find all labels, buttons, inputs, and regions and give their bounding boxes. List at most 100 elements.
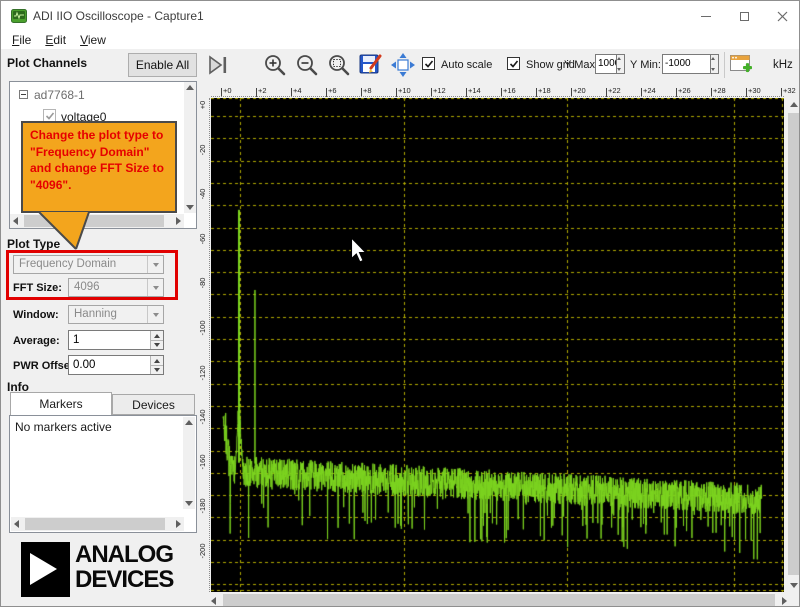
x-axis-tick	[431, 88, 432, 97]
window-label: Window:	[13, 309, 59, 321]
y-axis-tick-label: -100	[198, 320, 207, 336]
auto-scale-checkbox[interactable]	[422, 57, 435, 70]
show-grid-checkbox[interactable]	[507, 57, 520, 70]
x-axis-tick-label: +24	[643, 86, 656, 95]
y-axis-tick-label: -180	[198, 498, 207, 514]
capture-play-icon[interactable]	[207, 54, 229, 76]
zoom-out-icon[interactable]	[295, 53, 319, 77]
average-spinbox[interactable]: 1	[68, 330, 164, 350]
check-icon	[509, 60, 519, 68]
plot-vertical-scrollbar[interactable]	[787, 98, 799, 592]
x-axis-tick	[676, 88, 677, 97]
close-icon	[777, 11, 787, 21]
title-bar[interactable]: ADI IIO Oscilloscope - Capture1	[1, 1, 799, 31]
y-axis-tick-label: -140	[198, 409, 207, 425]
logo-text-line2: DEVICES	[75, 566, 174, 593]
x-axis-tick-label: +4	[293, 86, 302, 95]
window-value: Hanning	[74, 308, 117, 320]
y-axis-tick-label: -60	[198, 233, 207, 245]
y-max-input[interactable]: 1000	[595, 54, 617, 74]
x-axis-tick	[606, 88, 607, 97]
tab-devices[interactable]: Devices	[112, 394, 195, 415]
x-axis-tick	[361, 88, 362, 97]
check-icon	[424, 60, 434, 68]
enable-all-button[interactable]: Enable All	[128, 53, 197, 77]
device-tree-item[interactable]: ad7768-1	[34, 88, 85, 102]
logo-text-line1: ANALOG	[75, 541, 174, 568]
x-axis-tick-label: +28	[713, 86, 726, 95]
tab-markers[interactable]: Markers	[10, 392, 112, 415]
check-icon	[45, 112, 55, 120]
pwr-offset-value: 0.00	[73, 359, 96, 371]
x-axis-tick	[781, 88, 782, 97]
menu-bar: File Edit View	[1, 31, 799, 49]
window-dropdown[interactable]: Hanning	[68, 305, 164, 324]
plot-horizontal-scrollbar[interactable]	[207, 593, 791, 606]
x-axis-tick	[536, 88, 537, 97]
toolbar-separator	[724, 52, 725, 78]
tree-expander-icon[interactable]	[19, 90, 28, 99]
callout-tail	[38, 212, 90, 250]
x-axis-tick-label: +18	[538, 86, 551, 95]
y-axis-tick-label: +0	[198, 100, 207, 110]
menu-edit[interactable]: Edit	[38, 32, 73, 48]
pan-icon[interactable]	[390, 52, 416, 78]
y-min-spinner[interactable]	[711, 54, 719, 74]
fft-plot-canvas[interactable]	[211, 98, 784, 592]
x-axis-tick-label: +14	[468, 86, 481, 95]
x-axis-tick	[571, 88, 572, 97]
y-max-label: Y Max:	[564, 59, 599, 71]
x-axis-tick-label: +26	[678, 86, 691, 95]
x-axis-tick-label: +8	[363, 86, 372, 95]
spinner-buttons[interactable]	[150, 331, 163, 349]
new-plot-icon[interactable]	[729, 53, 754, 78]
menu-file[interactable]: File	[5, 32, 38, 48]
markers-vertical-scrollbar[interactable]	[183, 417, 195, 509]
x-axis-tick	[221, 88, 222, 97]
pwr-offset-spinbox[interactable]: 0.00	[68, 355, 164, 375]
x-axis-tick	[501, 88, 502, 97]
x-axis-tick	[396, 88, 397, 97]
x-axis-tick	[291, 88, 292, 97]
x-axis-tick	[711, 88, 712, 97]
y-axis-tick-label: -20	[198, 144, 207, 156]
maximize-button[interactable]	[727, 1, 761, 31]
average-value: 1	[73, 334, 80, 346]
markers-status-text: No markers active	[15, 420, 112, 434]
auto-scale-label: Auto scale	[441, 59, 493, 71]
close-button[interactable]	[765, 1, 799, 31]
tree-vertical-scrollbar[interactable]	[184, 82, 196, 213]
zoom-fit-icon[interactable]	[327, 53, 351, 77]
spinner-buttons[interactable]	[150, 356, 163, 374]
zoom-in-icon[interactable]	[263, 53, 287, 77]
x-axis-tick-label: +10	[398, 86, 411, 95]
instruction-callout: Change the plot type to "Frequency Domai…	[21, 121, 177, 213]
oscilloscope-app-icon	[11, 9, 27, 23]
minimize-button[interactable]	[689, 1, 723, 31]
y-axis-tick-label: -80	[198, 277, 207, 289]
mouse-cursor	[350, 237, 368, 263]
red-highlight-box	[6, 250, 178, 300]
y-min-input[interactable]: -1000	[662, 54, 711, 74]
x-axis-tick-label: +22	[608, 86, 621, 95]
x-axis-tick-label: +12	[433, 86, 446, 95]
x-axis-tick-label: +0	[223, 86, 232, 95]
y-axis-tick-label: -40	[198, 188, 207, 200]
save-icon[interactable]	[358, 52, 384, 78]
analog-devices-logo-icon	[21, 542, 70, 597]
y-max-spinner[interactable]	[617, 54, 625, 74]
markers-panel[interactable]: No markers active	[9, 415, 197, 533]
x-axis-tick-label: +20	[573, 86, 586, 95]
menu-view[interactable]: View	[73, 32, 113, 48]
y-axis-tick-label: -120	[198, 365, 207, 381]
x-axis-tick	[466, 88, 467, 97]
chevron-down-icon	[147, 306, 163, 323]
x-axis-tick-label: +6	[328, 86, 337, 95]
x-axis: +0 +2 +4 +6 +8 +10 +12 +14 +16 +18 +20 +22 +24 +26 +28…	[211, 85, 796, 98]
x-axis-tick	[641, 88, 642, 97]
markers-horizontal-scrollbar[interactable]	[11, 517, 184, 531]
x-axis-tick-label: +2	[258, 86, 267, 95]
y-min-label: Y Min:	[630, 59, 661, 71]
x-axis-unit-label: kHz	[773, 59, 793, 71]
x-axis-tick-label: +16	[503, 86, 516, 95]
